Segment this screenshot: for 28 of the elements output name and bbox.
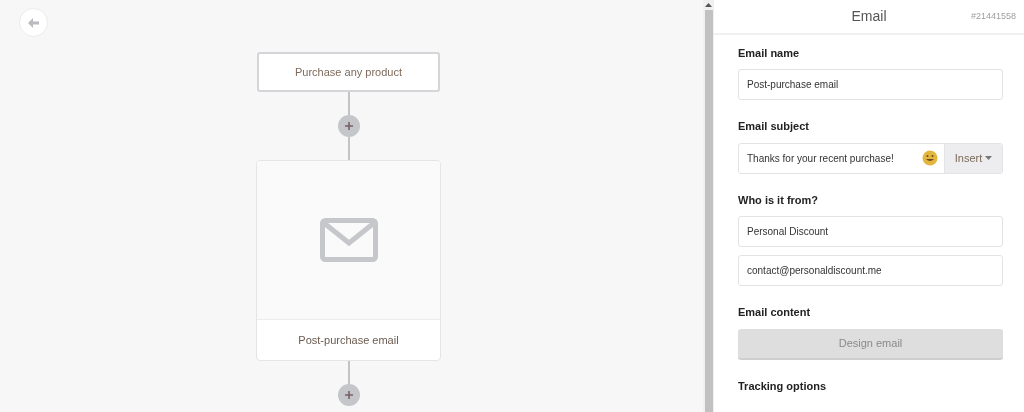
node-label: Purchase any product (295, 64, 402, 80)
smiley-icon[interactable] (922, 150, 938, 166)
plus-icon (343, 390, 354, 400)
text-field[interactable]: contact@personaldiscount.me (738, 255, 1003, 286)
plus-icon (343, 121, 354, 131)
node-label: Post-purchase email (298, 332, 399, 348)
panel-title: Email (851, 6, 887, 26)
envelope-icon (319, 218, 378, 262)
section-label: Email content (738, 305, 812, 320)
section-label: Email subject (738, 119, 810, 134)
insert-dropdown[interactable]: Insert (944, 143, 1002, 173)
email-node[interactable]: Post-purchase email (256, 160, 441, 361)
back-arrow-icon (28, 17, 39, 28)
trigger-node[interactable]: Purchase any product (257, 52, 440, 92)
scrollbar-thumb[interactable] (704, 10, 713, 412)
text-field[interactable]: Personal Discount (738, 216, 1003, 247)
input-group[interactable]: Thanks for your recent purchase! Insert (738, 142, 1003, 174)
section-label: Tracking options (738, 378, 827, 394)
scroll-up-icon[interactable] (705, 0, 712, 10)
text-field[interactable]: Thanks for your recent purchase! (739, 143, 922, 173)
panel-id: #21441558 (970, 9, 1016, 23)
text-field[interactable]: Post-purchase email (738, 69, 1003, 100)
section-label: Who is it from? (738, 192, 820, 208)
add-step-button[interactable] (337, 384, 360, 406)
scrollbar[interactable] (703, 0, 714, 412)
caret-icon (985, 156, 993, 160)
section-label: Email name (738, 45, 801, 61)
add-step-button[interactable] (337, 115, 360, 137)
